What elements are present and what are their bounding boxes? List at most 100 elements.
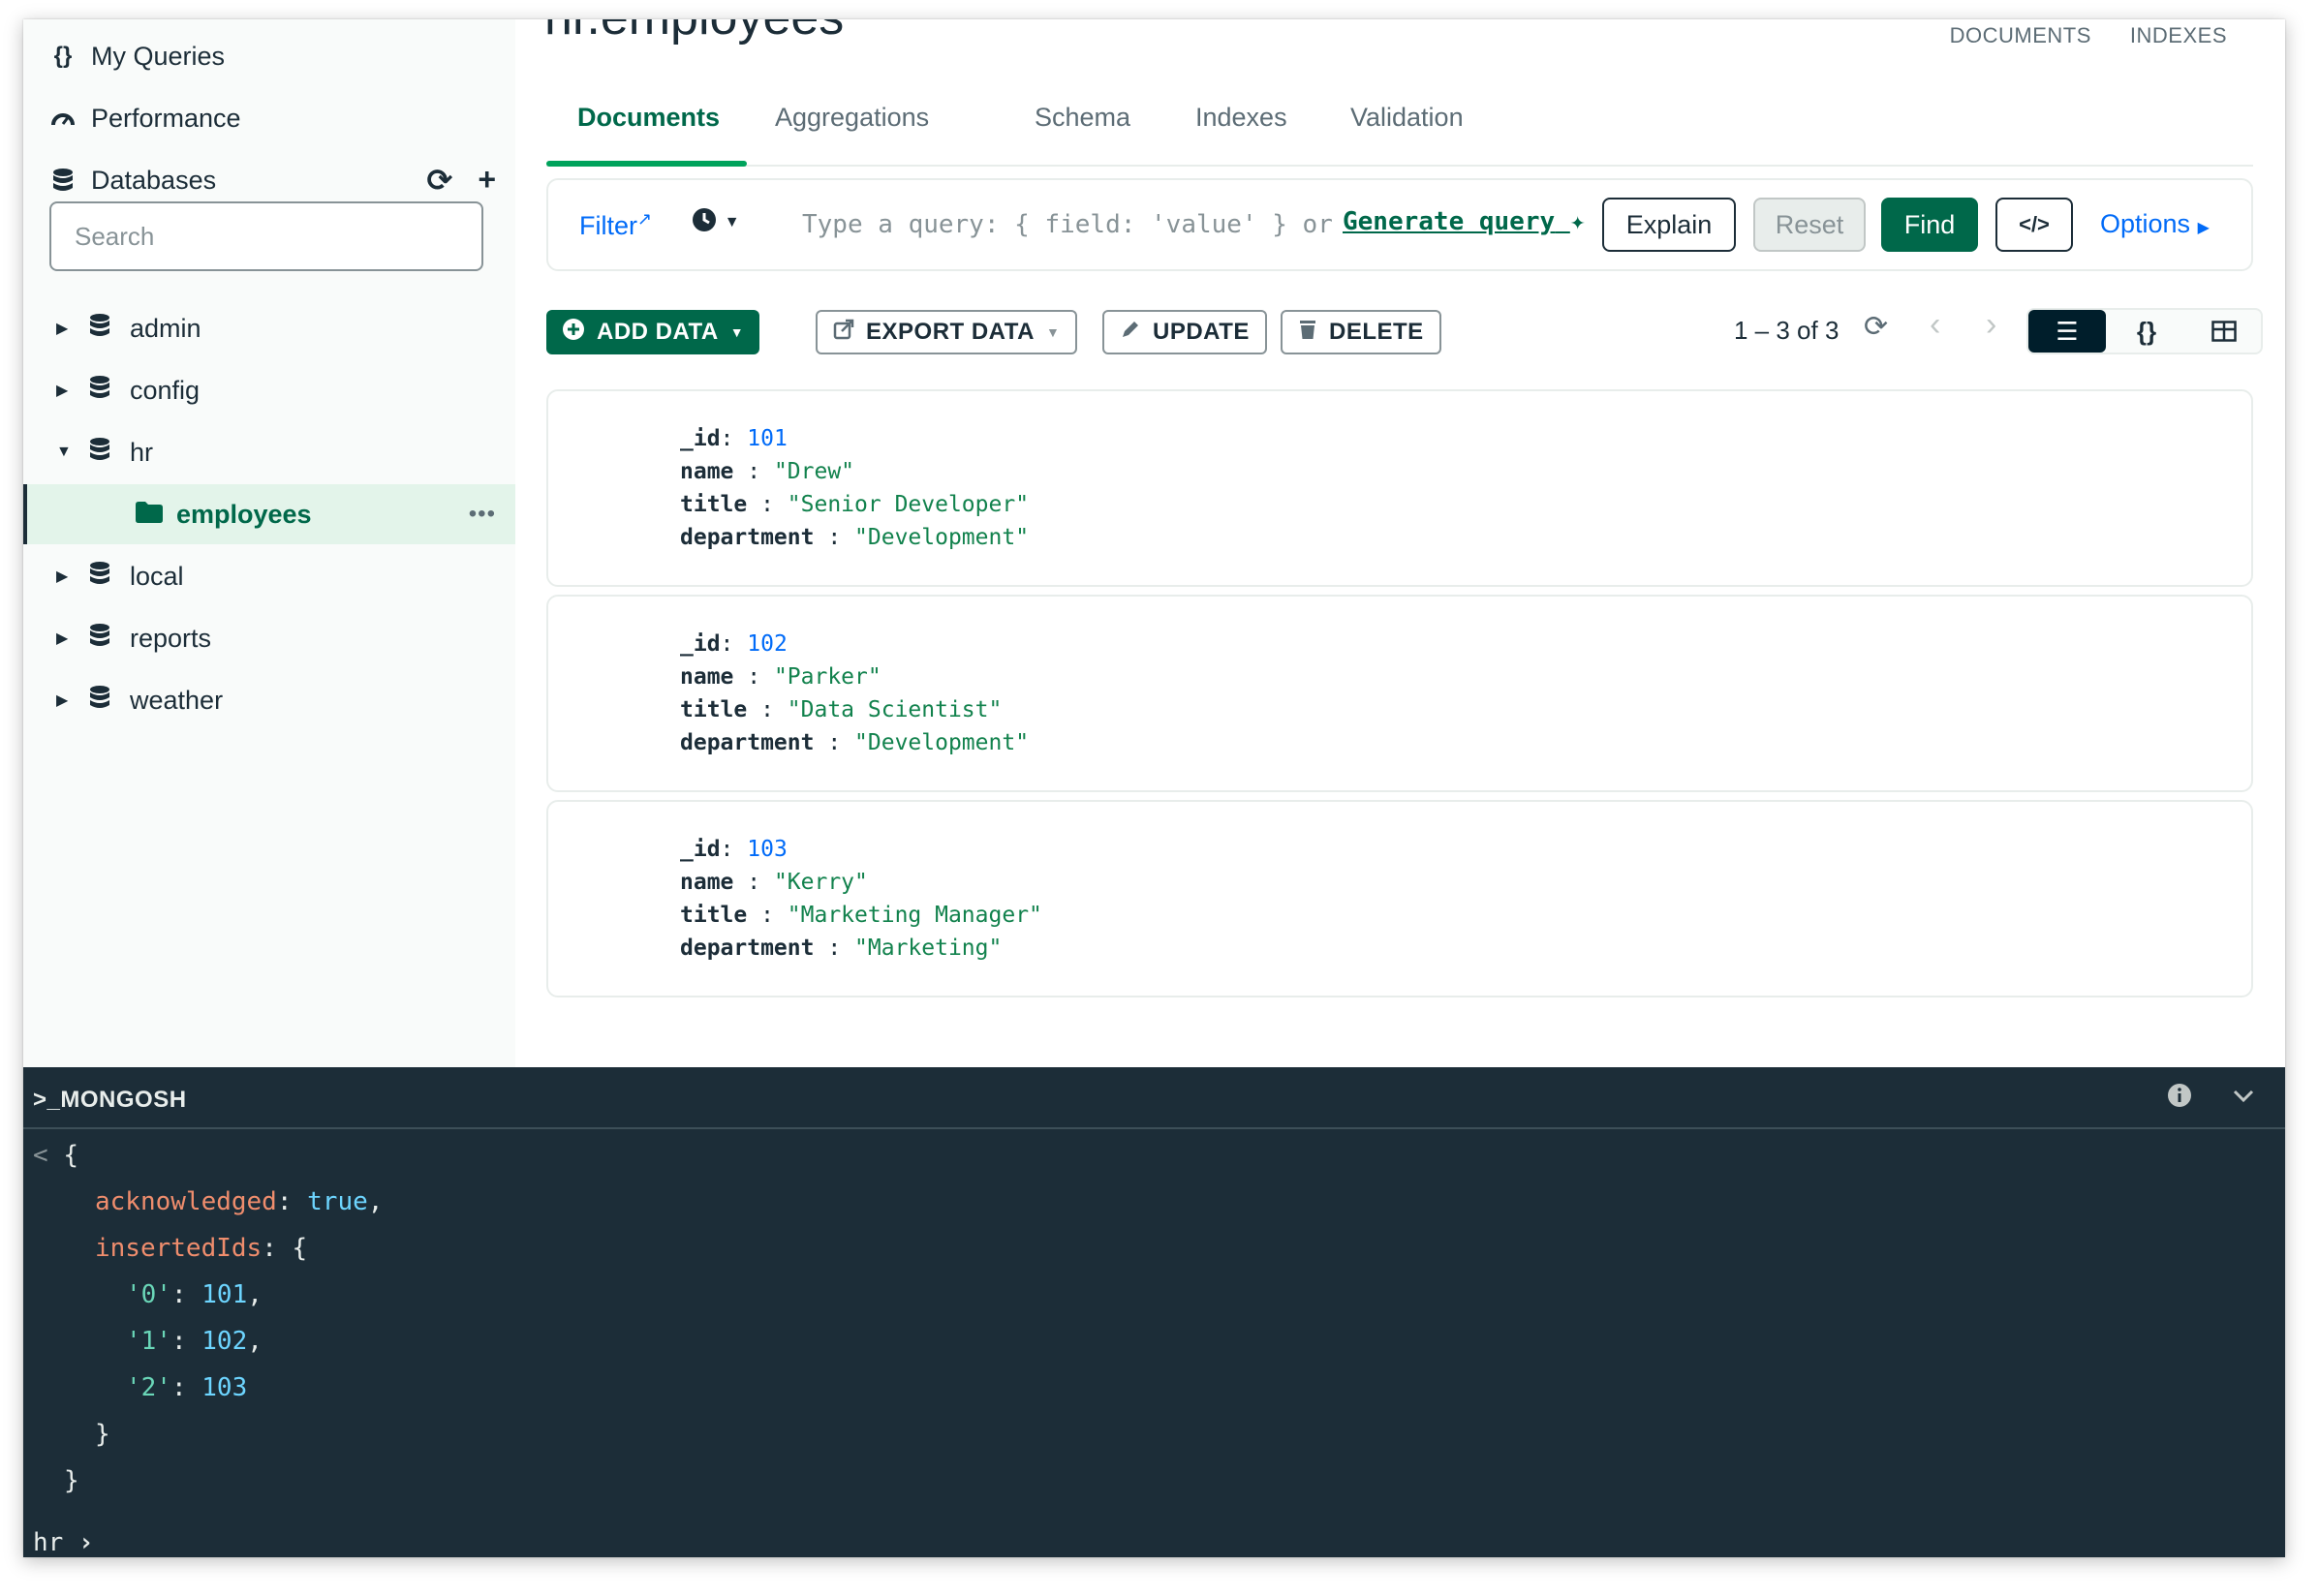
reset-button[interactable]: Reset	[1753, 198, 1866, 252]
sidebar-search-input[interactable]: Search	[49, 201, 483, 271]
export-icon	[833, 319, 854, 347]
caret-down-icon: ▼	[724, 214, 740, 230]
external-link-icon: ↗	[637, 209, 653, 229]
tree-item-reports[interactable]: ▶ reports	[23, 608, 515, 668]
doc-field-title: title : "Data Scientist"	[680, 697, 1003, 722]
tab-aggregations[interactable]: Aggregations	[775, 103, 929, 133]
top-links: DOCUMENTS INDEXES	[1950, 23, 2227, 48]
shell-output-acknowledged: acknowledged: true,	[95, 1187, 384, 1216]
trash-icon	[1298, 319, 1317, 347]
delete-button[interactable]: DELETE	[1281, 310, 1441, 354]
database-icon	[89, 375, 110, 407]
generate-query-link[interactable]: Generate query ✦	[1343, 207, 1585, 236]
json-view-icon[interactable]: {}	[2108, 310, 2185, 353]
caret-right-icon[interactable]: ▶	[56, 319, 68, 338]
caret-right-icon[interactable]: ▶	[56, 381, 68, 400]
top-link-documents[interactable]: DOCUMENTS	[1950, 23, 2091, 48]
doc-field-title: title : "Marketing Manager"	[680, 903, 1042, 928]
document-card[interactable]: _id: 101 name : "Drew" title : "Senior D…	[546, 389, 2253, 587]
code-icon[interactable]: </>	[1995, 198, 2073, 252]
find-button[interactable]: Find	[1881, 198, 1978, 252]
tree-item-label: local	[130, 561, 184, 591]
database-icon	[89, 561, 110, 593]
collection-title: hr.employees	[544, 19, 844, 46]
delete-label: DELETE	[1329, 319, 1424, 345]
doc-field-department: department : "Marketing"	[680, 936, 1003, 961]
tab-validation[interactable]: Validation	[1350, 103, 1464, 133]
table-view-icon[interactable]	[2185, 310, 2263, 353]
tree-item-local[interactable]: ▶ local	[23, 546, 515, 606]
curly-braces-icon: {}	[53, 43, 73, 69]
caret-down-icon[interactable]: ▼	[56, 444, 72, 461]
databases-label: Databases	[91, 165, 217, 195]
shell-header[interactable]: >_MONGOSH	[23, 1067, 2285, 1129]
query-history-icon[interactable]: ▼	[692, 207, 740, 239]
doc-field-id: _id: 102	[680, 631, 788, 657]
caret-down-icon: ▼	[729, 324, 745, 340]
pencil-icon	[1120, 319, 1141, 347]
top-link-indexes[interactable]: INDEXES	[2130, 23, 2227, 48]
view-toggle: ☰ {}	[2026, 308, 2263, 354]
shell-title: >_MONGOSH	[33, 1087, 187, 1113]
database-icon	[89, 623, 110, 655]
caret-right-icon[interactable]: ▶	[56, 567, 68, 586]
list-view-icon[interactable]: ☰	[2028, 310, 2106, 353]
caret-right-icon[interactable]: ▶	[56, 691, 68, 710]
prompt-chevron-icon: ›	[77, 1528, 94, 1557]
database-icon	[48, 166, 77, 195]
nav-performance[interactable]: Performance	[23, 87, 515, 149]
chevron-left-icon[interactable]: ‹	[1930, 306, 1940, 344]
doc-field-id: _id: 103	[680, 837, 788, 862]
tree-item-admin[interactable]: ▶ admin	[23, 298, 515, 358]
document-card[interactable]: _id: 103 name : "Kerry" title : "Marketi…	[546, 800, 2253, 998]
doc-field-title: title : "Senior Developer"	[680, 492, 1030, 517]
tree-item-config[interactable]: ▶ config	[23, 360, 515, 420]
options-toggle[interactable]: Options ▶	[2100, 209, 2210, 239]
add-data-button[interactable]: ADD DATA ▼	[546, 310, 760, 354]
tree-item-hr[interactable]: ▼ hr	[23, 422, 515, 482]
tab-indexes[interactable]: Indexes	[1195, 103, 1287, 133]
tree-item-weather[interactable]: ▶ weather	[23, 670, 515, 730]
shell-prompt[interactable]: hr ›	[33, 1528, 94, 1557]
document-card[interactable]: _id: 102 name : "Parker" title : "Data S…	[546, 595, 2253, 792]
tree-item-label: admin	[130, 313, 201, 343]
doc-field-id: _id: 101	[680, 426, 788, 451]
tab-schema[interactable]: Schema	[1035, 103, 1130, 133]
sparkle-icon: ✦	[1569, 207, 1586, 236]
doc-field-name: name : "Parker"	[680, 664, 881, 690]
chevron-right-icon[interactable]: ›	[1986, 306, 1996, 344]
tab-documents[interactable]: Documents	[577, 103, 720, 133]
add-data-label: ADD DATA	[597, 319, 719, 345]
pagination-count: 1 – 3 of 3	[1734, 316, 1840, 345]
doc-field-department: department : "Development"	[680, 730, 1030, 755]
database-icon	[89, 313, 110, 345]
mongosh-panel: >_MONGOSH < { acknowledged: true, insert…	[23, 1067, 2285, 1557]
output-arrow-icon: <	[33, 1141, 48, 1170]
caret-down-icon: ▼	[1045, 324, 1061, 340]
tree-item-label: hr	[130, 437, 154, 467]
tree-item-label: config	[130, 375, 201, 405]
tree-item-employees[interactable]: employees •••	[23, 484, 515, 544]
explain-button[interactable]: Explain	[1602, 198, 1736, 252]
refresh-icon[interactable]: ⟳	[427, 162, 453, 199]
compass-window: {} My Queries Performance Databases ⟳ + …	[23, 19, 2285, 1557]
doc-field-name: name : "Drew"	[680, 459, 855, 484]
caret-right-icon[interactable]: ▶	[56, 629, 68, 648]
query-input[interactable]: Type a query: { field: 'value' } or	[802, 210, 1333, 239]
plus-icon[interactable]: +	[478, 162, 496, 199]
nav-my-queries[interactable]: {} My Queries	[23, 25, 515, 87]
refresh-icon[interactable]: ⟳	[1864, 310, 1888, 344]
database-icon	[89, 685, 110, 717]
nav-performance-label: Performance	[91, 103, 241, 133]
export-data-button[interactable]: EXPORT DATA ▼	[816, 310, 1078, 354]
chevron-down-icon[interactable]	[2231, 1083, 2256, 1115]
filter-link[interactable]: Filter↗	[579, 209, 652, 241]
caret-right-icon: ▶	[2197, 220, 2210, 236]
active-indicator	[23, 484, 27, 544]
more-options-icon[interactable]: •••	[469, 501, 496, 528]
shell-output-id: '1': 102,	[126, 1327, 263, 1356]
query-bar: Filter↗ ▼ Type a query: { field: 'value'…	[546, 178, 2253, 271]
update-button[interactable]: UPDATE	[1102, 310, 1267, 354]
info-icon[interactable]	[2167, 1083, 2192, 1115]
gauge-icon	[48, 104, 77, 133]
